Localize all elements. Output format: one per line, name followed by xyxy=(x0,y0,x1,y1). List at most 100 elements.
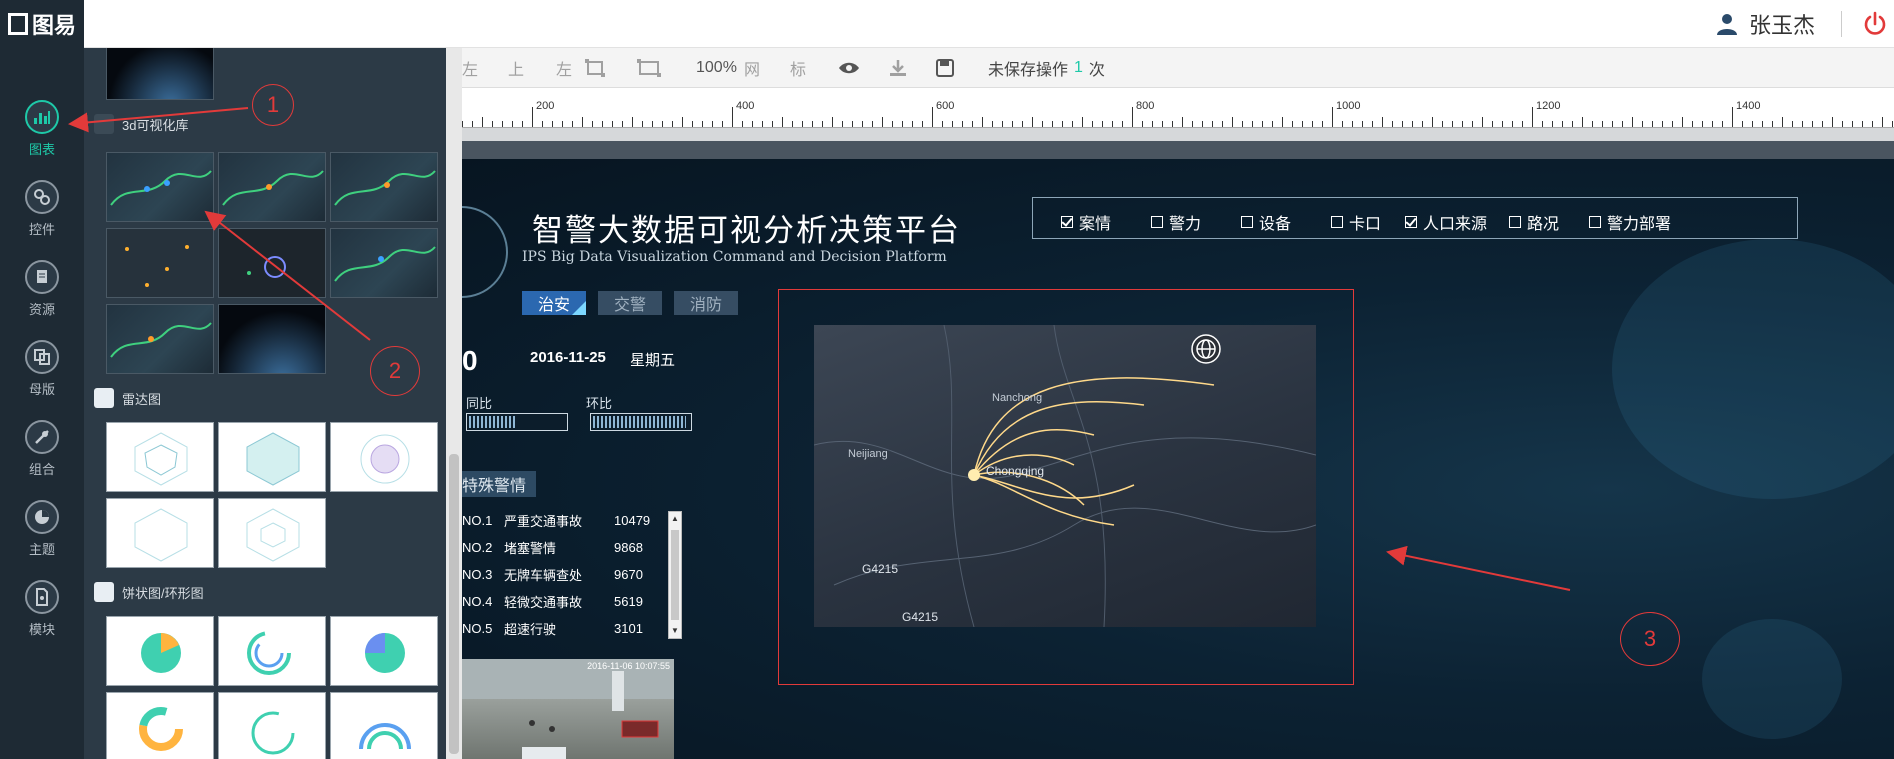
nav-item-master[interactable]: 母版 xyxy=(0,340,84,412)
ruler-tick xyxy=(1542,121,1543,127)
ruler-tick xyxy=(1702,121,1703,127)
fit-icon[interactable] xyxy=(584,48,606,88)
chart-thumbnail[interactable] xyxy=(218,304,326,374)
alerts-scrollbar[interactable]: ▲ ▼ xyxy=(668,511,682,639)
chart-thumbnail[interactable] xyxy=(218,228,326,298)
align-left-button-2[interactable]: 左 xyxy=(556,48,572,88)
nav-item-module[interactable]: 模块 xyxy=(0,580,84,652)
chart-thumbnail[interactable] xyxy=(106,498,214,568)
filter-case[interactable]: 案情 xyxy=(1061,210,1111,234)
checkbox[interactable] xyxy=(1589,216,1601,228)
chart-thumbnail[interactable] xyxy=(330,616,438,686)
alert-row[interactable]: NO.5 超速行驶 3101 xyxy=(462,615,692,642)
checkbox-checked[interactable] xyxy=(1061,216,1073,228)
chart-thumbnail[interactable] xyxy=(218,422,326,492)
chart-thumbnail[interactable] xyxy=(106,422,214,492)
scroll-up-icon[interactable]: ▲ xyxy=(670,513,680,525)
ruler-tick xyxy=(542,121,543,127)
alert-row[interactable]: NO.2 堵塞警情 9868 xyxy=(462,534,692,561)
alert-row[interactable]: NO.3 无牌车辆查处 9670 xyxy=(462,561,692,588)
globe-icon[interactable] xyxy=(1190,333,1222,365)
filter-population-source[interactable]: 人口来源 xyxy=(1405,210,1487,234)
ruler-tick xyxy=(1052,121,1053,127)
tab-public-security[interactable]: 治安 xyxy=(522,291,587,315)
checkbox-checked[interactable] xyxy=(1405,216,1417,228)
filter-label: 设备 xyxy=(1259,216,1292,233)
chart-thumbnail[interactable] xyxy=(106,616,214,686)
ruler-toggle[interactable]: 标 xyxy=(790,48,806,88)
flow-map-3d[interactable]: Neijiang Nanchong Chongqing G4215 G4215 xyxy=(814,325,1316,627)
eye-icon[interactable] xyxy=(838,48,860,88)
checkbox[interactable] xyxy=(1241,216,1253,228)
chart-thumbnail[interactable] xyxy=(106,48,214,100)
nav-item-theme[interactable]: 主题 xyxy=(0,500,84,572)
checkbox[interactable] xyxy=(1509,216,1521,228)
chart-thumbnail[interactable] xyxy=(330,152,438,222)
save-icon[interactable] xyxy=(936,48,954,88)
library-scrollbar[interactable] xyxy=(446,48,462,759)
nav-item-controls[interactable]: 控件 xyxy=(0,180,84,252)
scrollbar-thumb[interactable] xyxy=(671,530,679,620)
chart-thumbnail[interactable] xyxy=(106,692,214,759)
chart-thumbnail[interactable] xyxy=(218,692,326,759)
ruler-tick xyxy=(1792,121,1793,127)
dashboard-subtitle[interactable]: IPS Big Data Visualization Command and D… xyxy=(522,249,947,265)
chart-thumbnail[interactable] xyxy=(218,616,326,686)
power-icon[interactable] xyxy=(1862,11,1888,37)
ruler-tick xyxy=(1462,121,1463,127)
zoom-level[interactable]: 100% xyxy=(696,48,737,88)
annotation-marker-1: 1 xyxy=(252,84,294,126)
nav-item-charts[interactable]: 图表 xyxy=(0,100,84,172)
book-icon xyxy=(25,260,59,294)
filter-device[interactable]: 设备 xyxy=(1241,210,1291,234)
filter-deployment[interactable]: 警力部署 xyxy=(1589,210,1671,234)
cctv-video-feed[interactable]: 2016-11-06 10:07:55 xyxy=(462,659,674,759)
user-icon[interactable] xyxy=(1715,12,1739,36)
mom-bar xyxy=(590,413,692,431)
nav-item-group[interactable]: 组合 xyxy=(0,420,84,492)
chart-thumbnail[interactable] xyxy=(330,692,438,759)
user-name[interactable]: 张玉杰 xyxy=(1749,8,1815,40)
chart-thumbnail[interactable] xyxy=(106,152,214,222)
chart-thumbnail[interactable] xyxy=(218,152,326,222)
ruler-tick xyxy=(1782,117,1783,127)
nav-item-resources[interactable]: 资源 xyxy=(0,260,84,332)
download-icon[interactable] xyxy=(888,48,908,88)
ruler-tick xyxy=(1132,107,1133,127)
resize-icon[interactable] xyxy=(636,48,662,88)
ruler-tick xyxy=(572,121,573,127)
chart-thumbnail[interactable] xyxy=(330,228,438,298)
ruler-tick xyxy=(1742,121,1743,127)
scrollbar-thumb[interactable] xyxy=(449,454,459,754)
tab-fire[interactable]: 消防 xyxy=(674,291,739,315)
filter-checkpoint[interactable]: 卡口 xyxy=(1331,210,1381,234)
alert-row[interactable]: NO.1 严重交通事故 10479 xyxy=(462,507,692,534)
ruler-tick xyxy=(552,121,553,127)
chart-thumbnail[interactable] xyxy=(106,228,214,298)
grid-toggle[interactable]: 网 xyxy=(744,48,760,88)
alert-row[interactable]: NO.4 轻微交通事故 5619 xyxy=(462,588,692,615)
alert-count: 10479 xyxy=(614,513,651,528)
checkbox[interactable] xyxy=(1331,216,1343,228)
app-logo[interactable]: 图易 xyxy=(0,0,84,48)
chart-thumbnail[interactable] xyxy=(218,498,326,568)
chart-thumbnail[interactable] xyxy=(330,422,438,492)
ruler-tick xyxy=(1162,121,1163,127)
nav-label: 组合 xyxy=(28,462,55,477)
section-title: 雷达图 xyxy=(122,391,162,407)
chart-thumbnail[interactable] xyxy=(106,304,214,374)
checkbox[interactable] xyxy=(1151,216,1163,228)
filter-traffic[interactable]: 路况 xyxy=(1509,210,1559,234)
dashboard-title[interactable]: 智警大数据可视分析决策平台 xyxy=(532,205,961,250)
tab-traffic-police[interactable]: 交警 xyxy=(598,291,663,315)
ruler-tick xyxy=(1082,117,1083,127)
align-top-button[interactable]: 上 xyxy=(508,48,524,88)
pie-section-icon xyxy=(94,582,114,602)
ruler-tick xyxy=(892,121,893,127)
design-canvas[interactable]: 智警大数据可视分析决策平台 IPS Big Data Visualization… xyxy=(462,159,1894,759)
ruler-tick xyxy=(982,117,983,127)
ruler-tick xyxy=(1552,121,1553,127)
scroll-down-icon[interactable]: ▼ xyxy=(670,625,680,637)
filter-police-force[interactable]: 警力 xyxy=(1151,210,1201,234)
align-left-button[interactable]: 左 xyxy=(462,48,478,88)
